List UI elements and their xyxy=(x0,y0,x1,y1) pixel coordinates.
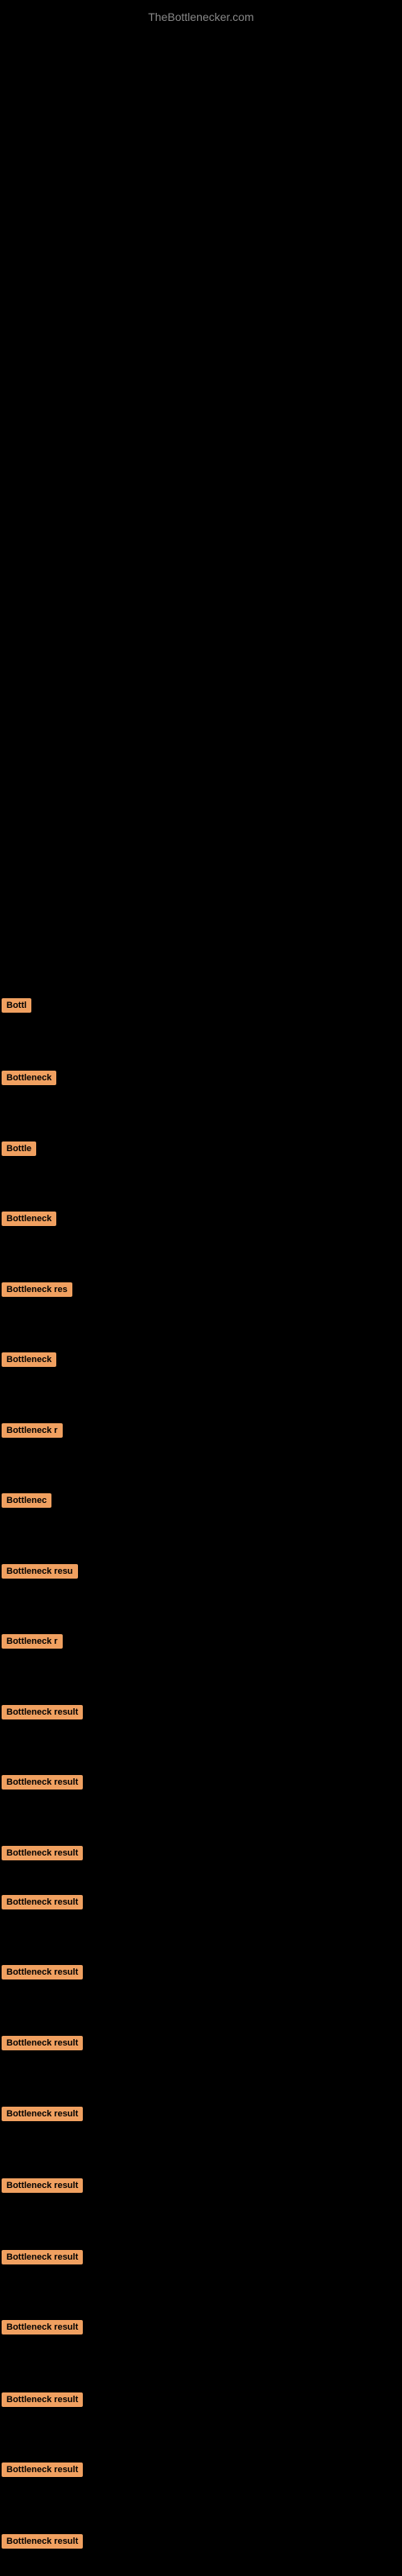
bottleneck-label-item: Bottleneck result xyxy=(2,1705,83,1724)
bottleneck-label-item: Bottleneck xyxy=(2,1352,56,1371)
bottleneck-label-item: Bottleneck result xyxy=(2,2534,83,2553)
bottleneck-result-badge: Bottlenec xyxy=(2,1493,51,1508)
bottleneck-result-badge: Bottleneck r xyxy=(2,1423,63,1438)
bottleneck-label-item: Bottleneck result xyxy=(2,2320,83,2339)
site-title: TheBottlenecker.com xyxy=(0,4,402,30)
bottleneck-result-badge: Bottleneck result xyxy=(2,2392,83,2407)
bottleneck-result-badge: Bottleneck result xyxy=(2,1965,83,1979)
bottleneck-label-item: Bottleneck result xyxy=(2,2250,83,2268)
bottleneck-label-item: Bottleneck result xyxy=(2,1895,83,1913)
bottleneck-label-item: Bottleneck r xyxy=(2,1634,63,1653)
bottleneck-result-badge: Bottleneck result xyxy=(2,1846,83,1860)
bottleneck-result-badge: Bottleneck resu xyxy=(2,1564,78,1579)
bottleneck-result-badge: Bottleneck result xyxy=(2,2462,83,2477)
bottleneck-label-item: Bottleneck r xyxy=(2,1423,63,1442)
bottleneck-label-item: Bottleneck result xyxy=(2,2036,83,2054)
bottleneck-result-badge: Bottleneck xyxy=(2,1352,56,1367)
bottleneck-label-item: Bottl xyxy=(2,998,31,1017)
bottleneck-result-badge: Bottleneck result xyxy=(2,1775,83,1790)
bottleneck-label-item: Bottleneck result xyxy=(2,2392,83,2411)
bottleneck-result-badge: Bottleneck result xyxy=(2,2107,83,2121)
bottleneck-result-badge: Bottleneck result xyxy=(2,2178,83,2193)
bottleneck-label-item: Bottleneck result xyxy=(2,1775,83,1794)
bottleneck-result-badge: Bottleneck result xyxy=(2,2320,83,2334)
bottleneck-result-badge: Bottleneck res xyxy=(2,1282,72,1297)
bottleneck-result-badge: Bottleneck result xyxy=(2,1895,83,1909)
bottleneck-result-badge: Bottleneck result xyxy=(2,1705,83,1719)
bottleneck-label-item: Bottleneck res xyxy=(2,1282,72,1301)
bottleneck-result-badge: Bottleneck result xyxy=(2,2534,83,2549)
bottleneck-label-item: Bottleneck result xyxy=(2,2462,83,2481)
bottleneck-label-item: Bottleneck resu xyxy=(2,1564,78,1583)
bottleneck-label-item: Bottleneck xyxy=(2,1071,56,1089)
bottleneck-label-item: Bottleneck xyxy=(2,1212,56,1230)
bottleneck-label-item: Bottlenec xyxy=(2,1493,51,1512)
bottleneck-result-badge: Bottleneck result xyxy=(2,2036,83,2050)
bottleneck-label-item: Bottleneck result xyxy=(2,1965,83,1984)
bottleneck-label-item: Bottleneck result xyxy=(2,2178,83,2197)
bottleneck-label-item: Bottle xyxy=(2,1141,36,1160)
bottleneck-label-item: Bottleneck result xyxy=(2,1846,83,1864)
bottleneck-result-badge: Bottl xyxy=(2,998,31,1013)
bottleneck-result-badge: Bottleneck result xyxy=(2,2250,83,2264)
bottleneck-label-item: Bottleneck result xyxy=(2,2107,83,2125)
bottleneck-result-badge: Bottleneck r xyxy=(2,1634,63,1649)
bottleneck-result-badge: Bottleneck xyxy=(2,1071,56,1085)
bottleneck-result-badge: Bottle xyxy=(2,1141,36,1156)
bottleneck-result-badge: Bottleneck xyxy=(2,1212,56,1226)
